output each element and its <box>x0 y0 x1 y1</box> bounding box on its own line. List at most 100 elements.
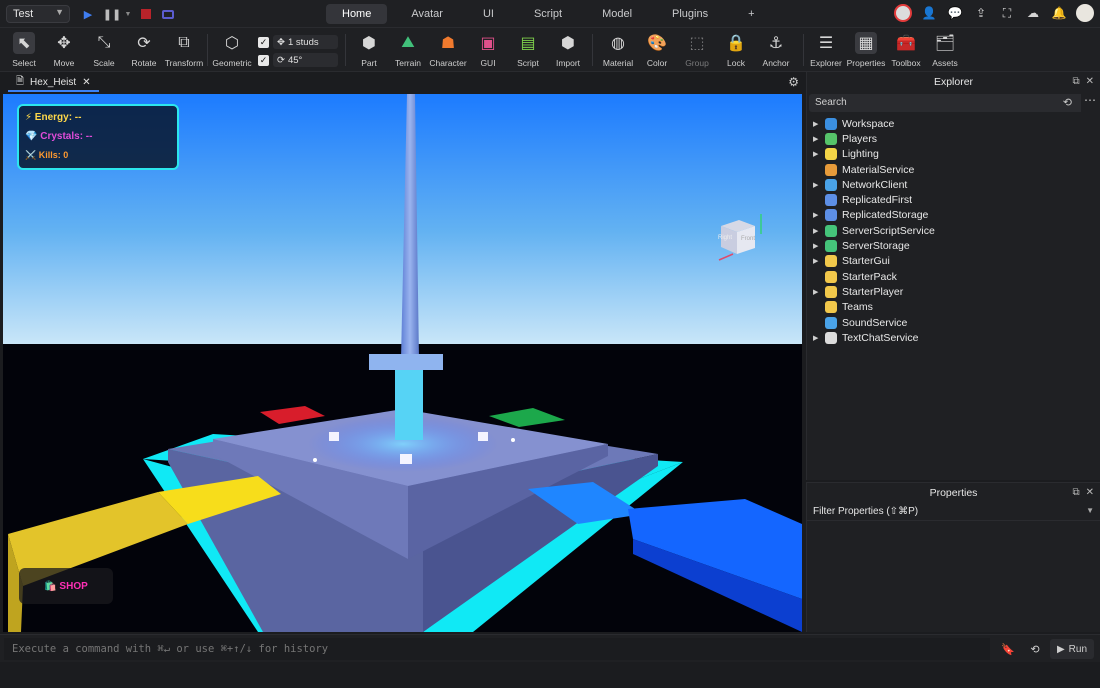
tree-item-label: NetworkClient <box>842 178 908 191</box>
assets-toggle[interactable]: 🗂 Assets <box>925 32 965 68</box>
gui-tool[interactable]: ▣ GUI <box>468 32 508 68</box>
tree-item-replicatedstorage[interactable]: ▶ ReplicatedStorage <box>807 208 1100 223</box>
rotate-snap-checkbox[interactable]: ✓ <box>258 54 269 66</box>
tab-script[interactable]: Script <box>518 4 578 24</box>
script-tool[interactable]: ▤ Script <box>508 32 548 68</box>
chat-icon[interactable]: 💬 <box>946 4 964 22</box>
avatar[interactable] <box>1076 4 1094 22</box>
material-tool[interactable]: ◍ Material <box>598 32 638 68</box>
tab-ui[interactable]: UI <box>467 4 510 24</box>
cloud-icon[interactable]: ☁ <box>1024 4 1042 22</box>
expand-arrow-icon[interactable]: ▶ <box>813 135 825 143</box>
expand-arrow-icon[interactable]: ▶ <box>813 211 825 219</box>
command-input[interactable] <box>4 638 990 660</box>
tree-item-teams[interactable]: Teams <box>807 300 1100 315</box>
tree-item-serverstorage[interactable]: ▶ ServerStorage <box>807 238 1100 253</box>
history-icon[interactable]: ⟲ <box>1025 640 1045 658</box>
terrain-tool[interactable]: ⛰ Terrain <box>388 32 428 68</box>
expand-arrow-icon[interactable]: ▶ <box>813 257 825 265</box>
tab-avatar[interactable]: Avatar <box>395 4 459 24</box>
expand-arrow-icon[interactable]: ▶ <box>813 242 825 250</box>
tree-item-startergui[interactable]: ▶ StarterGui <box>807 254 1100 269</box>
properties-title: Properties <box>929 487 978 499</box>
import-tool[interactable]: ⬢ Import <box>548 32 588 68</box>
more-icon[interactable]: ⋯ <box>1081 93 1099 113</box>
pause-icon[interactable]: ❚❚ <box>103 6 121 22</box>
service-icon <box>825 194 837 207</box>
toolbox-toggle[interactable]: 🧰 Toolbox <box>886 32 926 68</box>
rotate-snap-field[interactable]: ⟳ 45° <box>273 53 338 67</box>
bookmark-icon[interactable]: 🔖 <box>998 640 1018 658</box>
tree-item-workspace[interactable]: ▶ Workspace <box>807 116 1100 131</box>
tab-plugins[interactable]: Plugins <box>656 4 724 24</box>
tree-item-label: MaterialService <box>842 163 915 176</box>
popout-icon[interactable]: ⧉ <box>1072 487 1079 498</box>
close-icon[interactable]: ✕ <box>1086 76 1094 87</box>
anchor-tool[interactable]: ⚓ Anchor <box>756 32 796 68</box>
expand-arrow-icon[interactable]: ▶ <box>813 227 825 235</box>
history-icon[interactable]: ⟲ <box>1063 96 1072 109</box>
expand-arrow-icon[interactable]: ▶ <box>813 150 825 158</box>
collaborate-icon[interactable]: ⛶ <box>998 4 1016 22</box>
add-friend-icon[interactable]: 👤 <box>920 4 938 22</box>
properties-toggle[interactable]: ▦ Properties <box>846 32 886 68</box>
tree-item-networkclient[interactable]: ▶ NetworkClient <box>807 177 1100 192</box>
tab-model[interactable]: Model <box>586 4 648 24</box>
tree-item-starterplayer[interactable]: ▶ StarterPlayer <box>807 284 1100 299</box>
expand-arrow-icon[interactable]: ▶ <box>813 288 825 296</box>
chevron-down-icon[interactable]: ▼ <box>120 6 136 22</box>
explorer-toggle[interactable]: ☰ Explorer <box>806 32 846 68</box>
tree-item-replicatedfirst[interactable]: ReplicatedFirst <box>807 192 1100 207</box>
select-tool[interactable]: ⬉ Select <box>4 32 44 68</box>
move-tool[interactable]: ✥ Move <box>44 32 84 68</box>
scale-tool[interactable]: ⤡ Scale <box>84 32 124 68</box>
mode-dropdown[interactable]: Test ▼ <box>6 5 70 23</box>
move-snap-field[interactable]: ✥ 1 studs <box>273 35 338 49</box>
document-tab[interactable]: 🗎 Hex_Heist ✕ <box>8 74 99 92</box>
properties-icon: ▦ <box>855 32 877 54</box>
geometric-dropdown[interactable]: ⬡ Geometric <box>212 32 252 68</box>
move-snap-checkbox[interactable]: ✓ <box>258 36 269 48</box>
expand-arrow-icon[interactable]: ▶ <box>813 181 825 189</box>
shop-button[interactable]: 🛍️ SHOP <box>19 568 113 604</box>
expand-arrow-icon[interactable]: ▶ <box>813 120 825 128</box>
move-arrows-icon: ✥ <box>277 36 285 48</box>
popout-icon[interactable]: ⧉ <box>1072 76 1079 87</box>
tree-item-starterpack[interactable]: StarterPack <box>807 269 1100 284</box>
group-tool[interactable]: ⬚ Group <box>677 32 717 68</box>
3d-viewport[interactable]: ⚡ Energy: -- 💎 Crystals: -- ⚔️ Kills: 0 … <box>3 94 802 632</box>
play-icon[interactable]: ▶ <box>80 6 96 22</box>
part-tool[interactable]: ⬢ Part <box>349 32 389 68</box>
lock-tool[interactable]: 🔒 Lock <box>716 32 756 68</box>
close-icon[interactable]: ✕ <box>82 77 90 88</box>
explorer-title: Explorer <box>933 76 974 88</box>
rotate-tool[interactable]: ⟳ Rotate <box>124 32 164 68</box>
gear-icon[interactable]: ⚙ <box>788 75 799 89</box>
explorer-search[interactable]: Search ⟲ ⋯ <box>809 93 1099 113</box>
properties-header: Properties ⧉ ✕ <box>807 483 1100 503</box>
tab-add[interactable]: + <box>732 4 770 24</box>
tree-item-players[interactable]: ▶ Players <box>807 131 1100 146</box>
run-button[interactable]: ▶ Run <box>1050 639 1094 659</box>
screen-icon[interactable] <box>160 6 176 22</box>
transform-tool[interactable]: ⧉ Transform <box>164 32 204 68</box>
tree-item-lighting[interactable]: ▶ Lighting <box>807 147 1100 162</box>
service-icon <box>825 301 837 314</box>
close-icon[interactable]: ✕ <box>1086 487 1094 498</box>
notification-bell-icon[interactable]: 🔔 <box>1050 4 1068 22</box>
stop-icon[interactable] <box>138 6 154 22</box>
tree-item-materialservice[interactable]: MaterialService <box>807 162 1100 177</box>
share-icon[interactable]: ⇪ <box>972 4 990 22</box>
color-tool[interactable]: 🎨 Color <box>637 32 677 68</box>
filter-properties-input[interactable]: Filter Properties (⇧⌘P) ▼ <box>807 503 1100 521</box>
record-avatar-icon[interactable] <box>894 4 912 22</box>
view-cube[interactable]: Right Front <box>715 214 763 262</box>
tree-item-textchatservice[interactable]: ▶ TextChatService <box>807 330 1100 345</box>
tree-item-soundservice[interactable]: SoundService <box>807 315 1100 330</box>
tab-home[interactable]: Home <box>326 4 388 24</box>
tree-item-serverscriptservice[interactable]: ▶ ServerScriptService <box>807 223 1100 238</box>
chevron-down-icon[interactable]: ▼ <box>1086 506 1094 515</box>
expand-arrow-icon[interactable]: ▶ <box>813 334 825 342</box>
import-icon: ⬢ <box>561 35 575 52</box>
character-tool[interactable]: ☗ Character <box>428 32 468 68</box>
